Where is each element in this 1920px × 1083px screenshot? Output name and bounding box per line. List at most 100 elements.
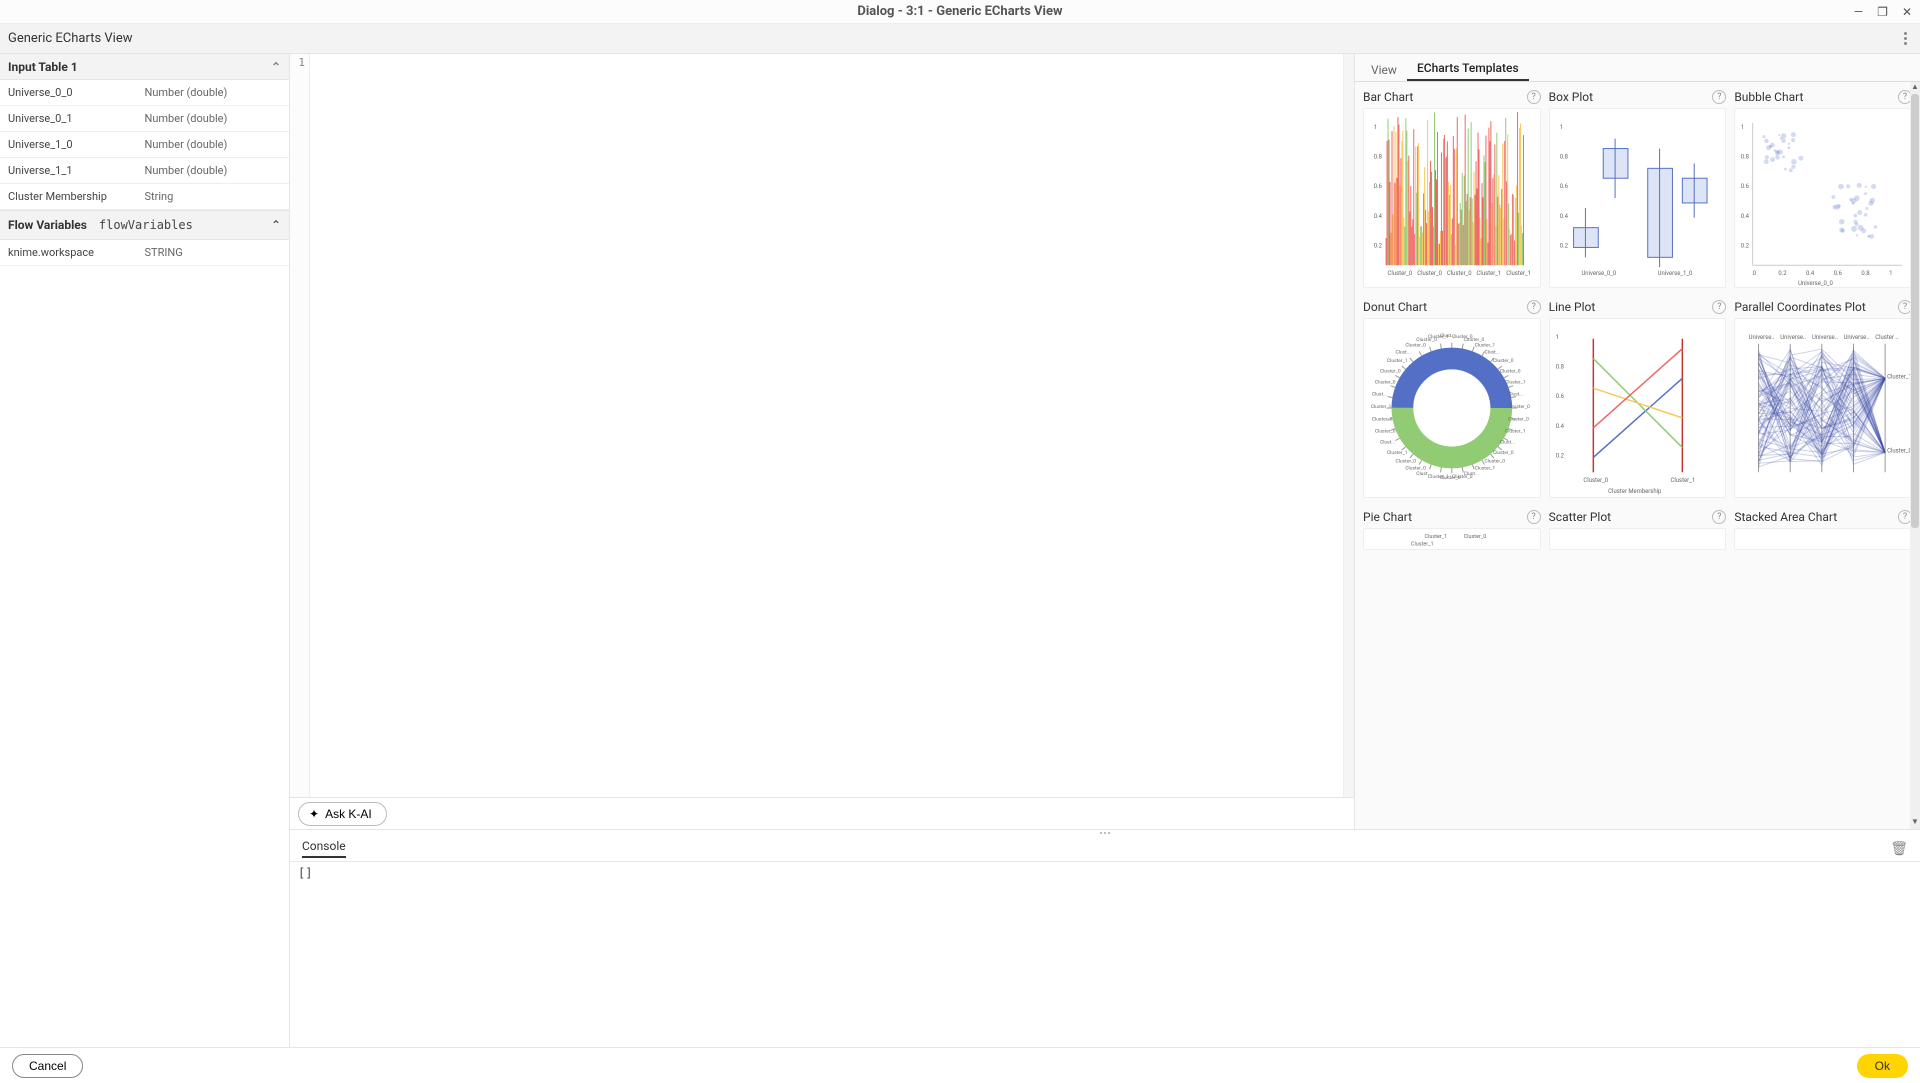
tab-echarts-templates[interactable]: ECharts Templates — [1407, 55, 1529, 81]
ask-kai-button[interactable]: ✦ Ask K-AI — [298, 802, 387, 826]
svg-text:0.4: 0.4 — [1555, 423, 1564, 430]
svg-text:Cluster_0: Cluster_0 — [1405, 466, 1426, 472]
svg-text:Clust...: Clust... — [1395, 349, 1410, 355]
svg-text:Cluster_0: Cluster_0 — [1405, 342, 1426, 348]
svg-text:1: 1 — [1374, 124, 1377, 131]
editor-gutter: 1 — [290, 54, 310, 797]
svg-text:Cluster_0: Cluster_0 — [1375, 380, 1396, 386]
help-icon[interactable]: ? — [1527, 510, 1541, 524]
svg-text:0.6: 0.6 — [1559, 183, 1568, 190]
svg-text:Cluster_0: Cluster_0 — [1509, 404, 1530, 410]
help-icon[interactable]: ? — [1527, 300, 1541, 314]
svg-text:Clust...: Clust... — [1416, 471, 1431, 477]
svg-text:Clust...: Clust... — [1380, 440, 1395, 446]
template-pie-chart[interactable]: Pie Chart? Cluster_1Cluster_0 Cluster_1 — [1363, 506, 1541, 550]
table-column-row[interactable]: Universe_1_0Number (double) — [0, 132, 289, 158]
svg-text:0.2: 0.2 — [1741, 242, 1750, 249]
line-number: 1 — [290, 56, 305, 69]
svg-text:Cluster_0: Cluster_0 — [1464, 534, 1487, 540]
table-column-row[interactable]: Universe_0_1Number (double) — [0, 106, 289, 132]
template-donut-chart[interactable]: Donut Chart? Cluster_0Cluster_0Cluster_1… — [1363, 296, 1541, 498]
help-icon[interactable]: ? — [1712, 300, 1726, 314]
flow-variables-title: Flow Variables — [8, 218, 87, 232]
template-box-plot[interactable]: Box Plot? 10.80.60.40.2 Universe_0_0Univ… — [1549, 86, 1727, 288]
template-title: Parallel Coordinates Plot — [1734, 300, 1866, 314]
subtitle-bar: Generic ECharts View — [0, 24, 1920, 54]
main-content: Input Table 1 ⌃ Universe_0_0Number (doub… — [0, 54, 1920, 1047]
svg-text:Cluster_0: Cluster_0 — [1395, 459, 1416, 465]
svg-text:0.6: 0.6 — [1741, 183, 1750, 190]
template-scatter-plot[interactable]: Scatter Plot? — [1549, 506, 1727, 550]
svg-text:Cluster_0: Cluster_0 — [1500, 368, 1521, 374]
input-table-title: Input Table 1 — [8, 60, 78, 74]
console-panel: Console 🗑 [] — [290, 829, 1920, 1047]
svg-text:Cluster_1: Cluster_1 — [1887, 373, 1911, 380]
minimize-icon[interactable]: — — [1854, 5, 1863, 19]
table-column-row[interactable]: Universe_0_0Number (double) — [0, 80, 289, 106]
svg-text:Cluster_0: Cluster_0 — [1583, 477, 1608, 484]
template-line-plot[interactable]: Line Plot? 10.80.60.40.2 Cluster_0Clus — [1549, 296, 1727, 498]
help-icon[interactable]: ? — [1712, 90, 1726, 104]
ask-row: ✦ Ask K-AI — [290, 797, 1354, 829]
svg-text:0.4: 0.4 — [1374, 213, 1383, 220]
scroll-up-icon[interactable]: ▲ — [1910, 82, 1920, 94]
titlebar: Dialog - 3:1 - Generic ECharts View — ❐ … — [0, 0, 1920, 24]
trash-icon[interactable]: 🗑 — [1890, 841, 1908, 857]
template-title: Box Plot — [1549, 90, 1593, 104]
svg-text:Cluster_1: Cluster_1 — [1371, 404, 1392, 410]
svg-text:Cluster_1: Cluster_1 — [1387, 450, 1408, 456]
chevron-up-icon: ⌃ — [271, 218, 281, 232]
svg-text:Cluster Membership: Cluster Membership — [1608, 488, 1662, 495]
parallel-coordinates-thumbnail: Universe..Universe..Universe..Universe..… — [1734, 318, 1912, 498]
svg-text:Cluster_1: Cluster_1 — [1506, 270, 1531, 277]
svg-text:0.8: 0.8 — [1555, 363, 1563, 370]
kebab-menu-icon[interactable] — [1898, 32, 1912, 46]
input-table-columns: Universe_0_0Number (double) Universe_0_1… — [0, 80, 289, 210]
svg-text:0: 0 — [1753, 270, 1756, 277]
templates-grid: Bar Chart? 10.80.60.40.2 Cluster_0Cluste… — [1355, 82, 1920, 829]
template-bar-chart[interactable]: Bar Chart? 10.80.60.40.2 Cluster_0Cluste… — [1363, 86, 1541, 288]
table-column-row[interactable]: Cluster MembershipString — [0, 184, 289, 210]
maximize-icon[interactable]: ❐ — [1877, 5, 1888, 19]
svg-text:Cluster_1: Cluster_1 — [1411, 541, 1434, 547]
svg-text:0.6: 0.6 — [1555, 393, 1564, 400]
svg-text:Cluster_0: Cluster_0 — [1493, 450, 1514, 456]
flow-variables-header[interactable]: Flow Variables flowVariables ⌃ — [0, 210, 289, 240]
console-output: [] — [290, 862, 1920, 1047]
ok-button[interactable]: Ok — [1857, 1054, 1908, 1078]
template-bubble-chart[interactable]: Bubble Chart? 10.80.60.40.2 00.20.40.60.… — [1734, 86, 1912, 288]
scatter-plot-thumbnail — [1549, 528, 1727, 550]
svg-text:Universe..: Universe.. — [1781, 334, 1807, 341]
svg-text:0.8: 0.8 — [1559, 153, 1567, 160]
svg-text:Cluster_0: Cluster_0 — [1887, 448, 1911, 455]
flow-variable-row[interactable]: knime.workspace STRING — [0, 240, 289, 266]
cancel-button[interactable]: Cancel — [12, 1054, 83, 1078]
svg-text:Universe_0_0: Universe_0_0 — [1798, 280, 1833, 287]
svg-text:Universe_0_0: Universe_0_0 — [1581, 270, 1616, 277]
input-table-header[interactable]: Input Table 1 ⌃ — [0, 54, 289, 80]
svg-text:Cluster_0: Cluster_0 — [1508, 416, 1529, 422]
close-icon[interactable]: ✕ — [1902, 5, 1912, 19]
ask-kai-label: Ask K-AI — [325, 807, 372, 821]
svg-text:Cluster_1: Cluster_1 — [1475, 342, 1496, 348]
svg-text:Cluster_1: Cluster_1 — [1505, 380, 1526, 386]
templates-scrollbar[interactable]: ▲ ▼ — [1910, 82, 1920, 829]
svg-text:0.4: 0.4 — [1559, 213, 1568, 220]
help-icon[interactable]: ? — [1712, 510, 1726, 524]
tab-view[interactable]: View — [1361, 57, 1407, 81]
window-title: Dialog - 3:1 - Generic ECharts View — [857, 4, 1062, 19]
code-editor[interactable]: 1 — [290, 54, 1354, 797]
svg-text:1: 1 — [1741, 124, 1744, 131]
template-title: Line Plot — [1549, 300, 1596, 314]
scroll-down-icon[interactable]: ▼ — [1910, 817, 1920, 829]
help-icon[interactable]: ? — [1527, 90, 1541, 104]
line-plot-thumbnail: 10.80.60.40.2 Cluster_0Cluster_1 Cluster… — [1549, 318, 1727, 498]
console-tab[interactable]: Console — [302, 839, 346, 858]
code-area[interactable] — [310, 54, 1344, 797]
donut-chart-thumbnail: Cluster_0Cluster_0Cluster_1Clust...Clust… — [1363, 318, 1541, 498]
editor-scrollbar[interactable] — [1344, 54, 1354, 797]
template-stacked-area-chart[interactable]: Stacked Area Chart? — [1734, 506, 1912, 550]
svg-text:Cluster_0: Cluster_0 — [1417, 270, 1442, 277]
table-column-row[interactable]: Universe_1_1Number (double) — [0, 158, 289, 184]
template-parallel-coordinates[interactable]: Parallel Coordinates Plot? Universe..Uni… — [1734, 296, 1912, 498]
